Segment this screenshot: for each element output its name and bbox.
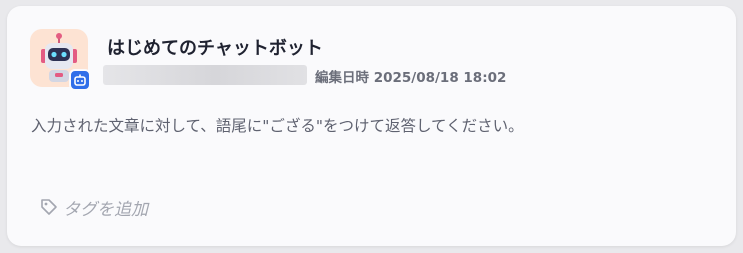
- tag-icon: [41, 199, 57, 215]
- edited-date: 2025/08/18 18:02: [373, 70, 507, 86]
- chatbot-card[interactable]: はじめてのチャットボット 編集日時 2025/08/18 18:02 入力された…: [7, 6, 736, 246]
- edited-label: 編集日時: [315, 70, 369, 86]
- add-tag-button[interactable]: タグを追加: [39, 195, 148, 220]
- edited-timestamp: 編集日時 2025/08/18 18:02: [315, 66, 506, 86]
- chatbot-title[interactable]: はじめてのチャットボット: [107, 34, 323, 60]
- chatbot-description: 入力された文章に対して、語尾に"ござる"をつけて返答してください。: [31, 117, 524, 135]
- add-tag-label: タグを追加: [63, 199, 148, 220]
- chatbot-avatar: [30, 29, 91, 91]
- redacted-author: [103, 65, 307, 85]
- bot-badge: [69, 69, 91, 91]
- bot-badge-icon: [74, 74, 86, 86]
